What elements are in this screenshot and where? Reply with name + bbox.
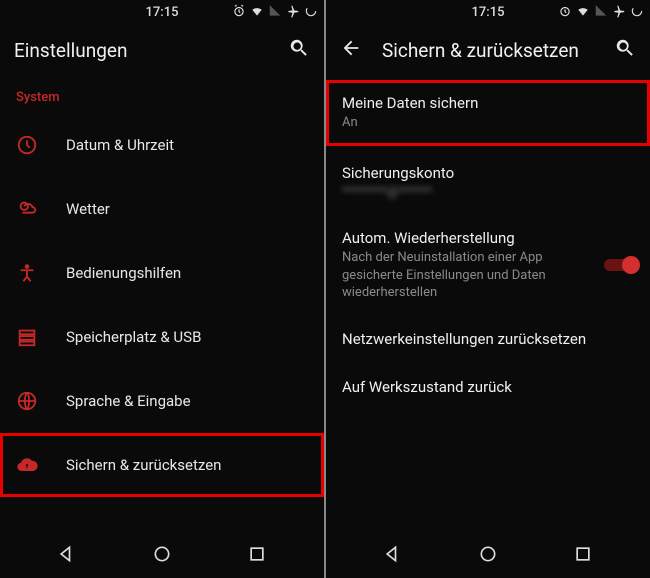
detail-title: Netzwerkeinstellungen zurücksetzen (342, 330, 634, 348)
status-time: 17:15 (472, 5, 505, 20)
list-item-label: Wetter (66, 200, 110, 218)
nav-recent[interactable] (247, 544, 267, 568)
search-icon[interactable] (288, 37, 310, 63)
nav-home[interactable] (478, 544, 498, 568)
cloud-upload-icon (16, 454, 38, 476)
list-item-label: Sichern & zurücksetzen (66, 456, 221, 474)
toggle-auto-restore[interactable] (604, 256, 640, 274)
storage-icon (16, 326, 38, 348)
wifi-icon (250, 4, 264, 18)
item-factory-reset[interactable]: Auf Werkszustand zurück (326, 364, 650, 412)
list-item-label: Datum & Uhrzeit (66, 136, 174, 154)
globe-icon (16, 390, 38, 412)
list-item-backup-reset[interactable]: Sichern & zurücksetzen (0, 433, 324, 497)
search-icon[interactable] (614, 37, 636, 63)
item-backup-data[interactable]: Meine Daten sichern An (326, 80, 650, 146)
weather-icon (16, 198, 38, 220)
nav-back[interactable] (57, 544, 77, 568)
signal-icon (268, 4, 282, 18)
status-time: 17:15 (146, 5, 179, 20)
list-item-date-time[interactable]: Datum & Uhrzeit (0, 113, 324, 177)
status-icons (558, 4, 644, 18)
detail-sub: Nach der Neuinstallation einer App gesic… (342, 249, 604, 302)
detail-title: Autom. Wiederherstellung (342, 229, 604, 247)
item-auto-restore[interactable]: Autom. Wiederherstellung Nach der Neuins… (326, 215, 650, 316)
airplane-icon (286, 4, 300, 18)
page-title: Sichern & zurücksetzen (382, 39, 594, 62)
app-bar: Sichern & zurücksetzen (326, 24, 650, 76)
wifi-icon (576, 4, 590, 18)
list-item-accessibility[interactable]: Bedienungshilfen (0, 241, 324, 305)
section-header-system: System (0, 76, 324, 113)
list-item-label: Sprache & Eingabe (66, 392, 191, 410)
detail-title: Meine Daten sichern (342, 94, 634, 112)
item-backup-account[interactable]: Sicherungskonto ********@****** (326, 150, 650, 216)
accessibility-icon (16, 262, 38, 284)
detail-list: Meine Daten sichern An Sicherungskonto *… (326, 76, 650, 534)
alarm-icon (232, 4, 246, 18)
list-item-weather[interactable]: Wetter (0, 177, 324, 241)
clock-icon (16, 134, 38, 156)
airplane-icon (612, 4, 626, 18)
detail-title: Sicherungskonto (342, 164, 634, 182)
status-bar: 17:15 (0, 0, 324, 24)
nav-bar (0, 534, 324, 578)
nav-back[interactable] (383, 544, 403, 568)
list-item-storage[interactable]: Speicherplatz & USB (0, 305, 324, 369)
detail-sub: An (342, 114, 634, 132)
settings-list: Datum & Uhrzeit Wetter Bedienungshilfen … (0, 113, 324, 534)
nav-recent[interactable] (573, 544, 593, 568)
item-reset-network[interactable]: Netzwerkeinstellungen zurücksetzen (326, 316, 650, 364)
alarm-icon (558, 4, 572, 18)
phone-left: 17:15 Einstellungen System Datum & Uhrze… (0, 0, 324, 578)
signal-icon (594, 4, 608, 18)
nav-home[interactable] (152, 544, 172, 568)
loading-icon (304, 4, 318, 18)
list-item-label: Bedienungshilfen (66, 264, 181, 282)
phone-right: 17:15 Sichern & zurücksetzen Meine Daten… (326, 0, 650, 578)
app-bar: Einstellungen (0, 24, 324, 76)
detail-title: Auf Werkszustand zurück (342, 378, 634, 396)
loading-icon (630, 4, 644, 18)
list-item-language[interactable]: Sprache & Eingabe (0, 369, 324, 433)
back-button[interactable] (340, 37, 362, 63)
list-item-label: Speicherplatz & USB (66, 328, 201, 346)
status-bar: 17:15 (326, 0, 650, 24)
detail-sub: ********@****** (342, 184, 634, 202)
nav-bar (326, 534, 650, 578)
page-title: Einstellungen (14, 39, 268, 62)
status-icons (232, 4, 318, 18)
